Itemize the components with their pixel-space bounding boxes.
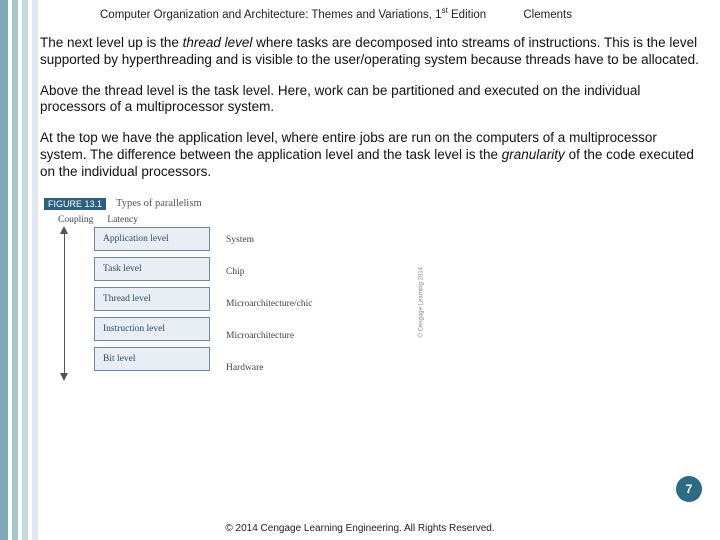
axis-coupling: Coupling: [58, 215, 93, 225]
paragraph-1: The next level up is the thread level wh…: [40, 35, 710, 69]
axis-latency: Latency: [107, 215, 138, 225]
assoc-system: System: [226, 227, 360, 253]
assoc-hardware: Hardware: [226, 355, 360, 381]
author-name: Clements: [523, 9, 572, 21]
figure-title: Types of parallelism: [116, 198, 202, 209]
slide-header: Computer Organization and Architecture: …: [100, 6, 710, 21]
paragraph-3: At the top we have the application level…: [40, 130, 710, 181]
assoc-chip: Chip: [226, 259, 360, 285]
page-number-badge: 7: [676, 476, 702, 502]
arrow-down-icon: [60, 373, 68, 381]
figure-badge: FIGURE 13.1: [44, 198, 106, 210]
figure-header: FIGURE 13.1 Types of parallelism: [40, 195, 400, 215]
figure-copyright: © Cengage Learning 2014: [418, 267, 424, 337]
level-task: Task level: [94, 257, 210, 281]
level-thread: Thread level: [94, 287, 210, 311]
left-decorative-stripe: [0, 0, 38, 540]
paragraph-2: Above the thread level is the task level…: [40, 83, 710, 117]
figure-13-1: FIGURE 13.1 Types of parallelism Couplin…: [40, 195, 400, 381]
level-bit: Bit level: [94, 347, 210, 371]
book-title-pre: Computer Organization and Architecture: …: [100, 9, 442, 21]
figure-body: Application level Task level Thread leve…: [40, 227, 400, 381]
assoc-microarch: Microarchitecture: [226, 323, 360, 349]
levels-column: Application level Task level Thread leve…: [94, 227, 210, 381]
level-instruction: Instruction level: [94, 317, 210, 341]
assoc-microarch-chic: Microarchitecture/chic: [226, 291, 360, 317]
thread-level-term: thread level: [183, 35, 253, 50]
footer-copyright: © 2014 Cengage Learning Engineering. All…: [0, 523, 720, 534]
association-column: System Chip Microarchitecture/chic Micro…: [210, 227, 360, 381]
granularity-term: granularity: [502, 147, 565, 162]
slide-content: Computer Organization and Architecture: …: [40, 6, 710, 540]
figure-axis-labels: Coupling Latency: [58, 215, 400, 225]
vertical-arrow: [40, 227, 94, 381]
book-title-post: Edition: [448, 9, 486, 21]
level-application: Application level: [94, 227, 210, 251]
